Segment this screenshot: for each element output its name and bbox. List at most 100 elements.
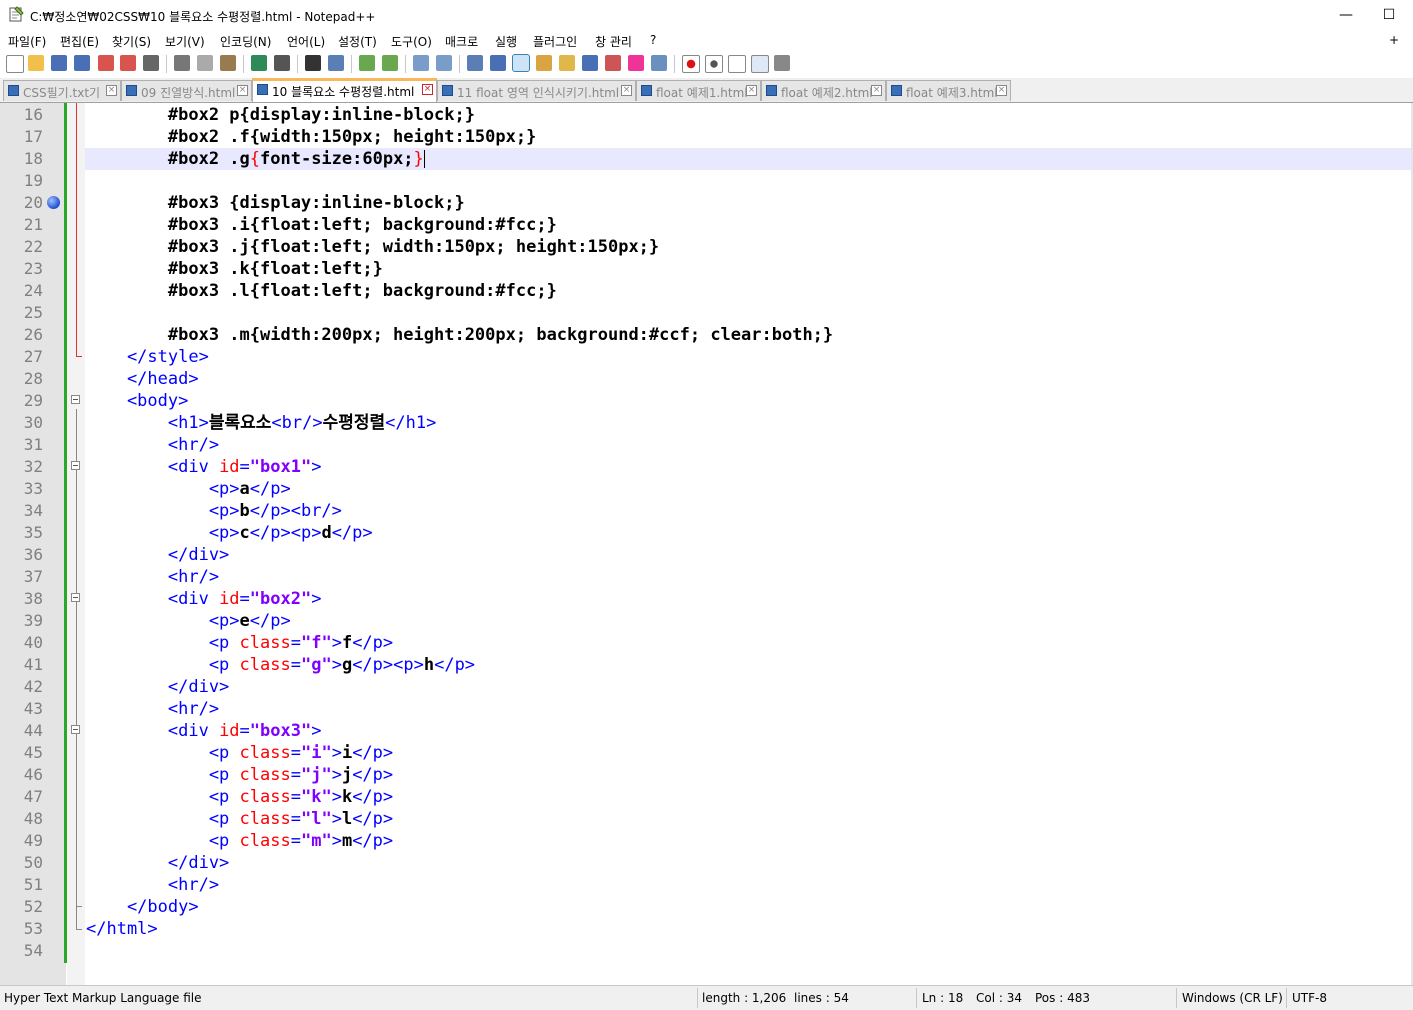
open-file-icon[interactable]: [28, 55, 44, 71]
monitoring-icon[interactable]: [628, 55, 644, 71]
tab-close-icon[interactable]: ×: [422, 84, 433, 95]
code-line[interactable]: 41 <p class="g">g</p><p>h</p>: [0, 654, 1413, 676]
code-line[interactable]: 17 #box2 .f{width:150px; height:150px;}: [0, 126, 1413, 148]
code-line[interactable]: 16 #box2 p{display:inline-block;}: [0, 104, 1413, 126]
code-line[interactable]: 51 <hr/>: [0, 874, 1413, 896]
code-line[interactable]: 50 </div>: [0, 852, 1413, 874]
tab-float-example-2[interactable]: float 예제2.html ×: [761, 80, 886, 101]
status-encoding[interactable]: UTF-8: [1292, 991, 1327, 1005]
sync-horizontal-icon[interactable]: [436, 55, 452, 71]
tab-close-icon[interactable]: ×: [746, 85, 757, 96]
redo-icon[interactable]: [274, 55, 290, 71]
code-line[interactable]: 42 </div>: [0, 676, 1413, 698]
code-line[interactable]: 54: [0, 940, 1413, 962]
tab-close-icon[interactable]: ×: [106, 85, 117, 96]
code-line[interactable]: 43 <hr/>: [0, 698, 1413, 720]
menu-macro[interactable]: 매크로: [445, 33, 478, 50]
code-line[interactable]: 18 #box2 .g{font-size:60px;}: [0, 148, 1413, 170]
sync-vertical-icon[interactable]: [413, 55, 429, 71]
save-all-icon[interactable]: [74, 55, 90, 71]
preview-icon[interactable]: [651, 55, 667, 71]
code-line[interactable]: 22 #box3 .j{float:left; width:150px; hei…: [0, 236, 1413, 258]
function-list-icon[interactable]: [582, 55, 598, 71]
code-line[interactable]: 20 #box3 {display:inline-block;}: [0, 192, 1413, 214]
word-wrap-icon[interactable]: [467, 55, 483, 71]
code-line[interactable]: 53 </html>: [0, 918, 1413, 940]
indent-guide-icon[interactable]: [512, 54, 530, 72]
menu-view[interactable]: 보기(V): [165, 33, 205, 50]
code-line[interactable]: 27 </style>: [0, 346, 1413, 368]
paste-icon[interactable]: [220, 55, 236, 71]
stop-macro-icon[interactable]: [705, 55, 723, 73]
code-line[interactable]: 45 <p class="i">i</p>: [0, 742, 1413, 764]
menu-window[interactable]: 창 관리: [595, 33, 632, 50]
code-line[interactable]: 33 <p>a</p>: [0, 478, 1413, 500]
menu-encoding[interactable]: 인코딩(N): [220, 33, 271, 50]
play-macro-icon[interactable]: [728, 55, 746, 73]
doc-map-icon[interactable]: [559, 55, 575, 71]
menu-plus-button[interactable]: +: [1389, 33, 1399, 47]
menu-run[interactable]: 실행: [495, 33, 517, 50]
code-line[interactable]: 36 </div>: [0, 544, 1413, 566]
code-line[interactable]: 44 <div id="box3">: [0, 720, 1413, 742]
folder-workspace-icon[interactable]: [605, 55, 621, 71]
tab-float-example-1[interactable]: float 예제1.html ×: [636, 80, 761, 101]
code-editor[interactable]: 16 #box2 p{display:inline-block;} 17 #box…: [0, 103, 1413, 985]
menu-edit[interactable]: 편집(E): [60, 33, 99, 50]
code-line[interactable]: 37 <hr/>: [0, 566, 1413, 588]
menu-search[interactable]: 찾기(S): [112, 33, 151, 50]
code-line[interactable]: 30 <h1>블록요소<br/>수평정렬</h1>: [0, 412, 1413, 434]
language-icon[interactable]: [536, 55, 552, 71]
code-line[interactable]: 21 #box3 .i{float:left; background:#fcc;…: [0, 214, 1413, 236]
menu-help[interactable]: ?: [650, 33, 656, 47]
menu-settings[interactable]: 설정(T): [338, 33, 377, 50]
code-line[interactable]: 29 <body>: [0, 390, 1413, 412]
run-macro-multiple-icon[interactable]: [751, 55, 769, 73]
code-line[interactable]: 52 </body>: [0, 896, 1413, 918]
code-line[interactable]: 32 <div id="box1">: [0, 456, 1413, 478]
zoom-in-icon[interactable]: [359, 55, 375, 71]
menu-file[interactable]: 파일(F): [8, 33, 46, 50]
undo-icon[interactable]: [251, 55, 267, 71]
tab-display-mode[interactable]: 09 진열방식.html ×: [121, 80, 252, 101]
record-macro-icon[interactable]: [682, 55, 700, 73]
code-line[interactable]: 31 <hr/>: [0, 434, 1413, 456]
status-eol-format[interactable]: Windows (CR LF): [1182, 991, 1283, 1005]
code-line[interactable]: 19: [0, 170, 1413, 192]
code-line[interactable]: 28 </head>: [0, 368, 1413, 390]
tab-css-notes[interactable]: CSS필기.txt기 ×: [3, 80, 121, 101]
code-line[interactable]: 46 <p class="j">j</p>: [0, 764, 1413, 786]
tab-float-area[interactable]: 11 float 영역 인식시키기.html ×: [437, 80, 636, 101]
replace-icon[interactable]: [328, 55, 344, 71]
copy-icon[interactable]: [197, 55, 213, 71]
zoom-out-icon[interactable]: [382, 55, 398, 71]
code-line[interactable]: 40 <p class="f">f</p>: [0, 632, 1413, 654]
code-line[interactable]: 34 <p>b</p><br/>: [0, 500, 1413, 522]
code-line[interactable]: 47 <p class="k">k</p>: [0, 786, 1413, 808]
tab-float-example-3[interactable]: float 예제3.html ×: [886, 80, 1011, 101]
code-line[interactable]: 48 <p class="l">l</p>: [0, 808, 1413, 830]
menu-plugins[interactable]: 플러그인: [533, 33, 577, 50]
minimize-button[interactable]: —: [1331, 4, 1361, 26]
new-file-icon[interactable]: [6, 55, 24, 73]
code-line[interactable]: 24 #box3 .l{float:left; background:#fcc;…: [0, 280, 1413, 302]
code-line[interactable]: 39 <p>e</p>: [0, 610, 1413, 632]
tab-close-icon[interactable]: ×: [996, 85, 1007, 96]
print-icon[interactable]: [143, 55, 159, 71]
close-icon[interactable]: [98, 55, 114, 71]
code-line[interactable]: 49 <p class="m">m</p>: [0, 830, 1413, 852]
code-line[interactable]: 38 <div id="box2">: [0, 588, 1413, 610]
show-all-chars-icon[interactable]: [490, 55, 506, 71]
tab-block-horizontal-align[interactable]: 10 블록요소 수평정렬.html ×: [252, 78, 437, 102]
save-macro-icon[interactable]: [774, 55, 790, 71]
code-line[interactable]: 26 #box3 .m{width:200px; height:200px; b…: [0, 324, 1413, 346]
cut-icon[interactable]: [174, 55, 190, 71]
menu-language[interactable]: 언어(L): [287, 33, 325, 50]
maximize-button[interactable]: ☐: [1374, 4, 1404, 26]
tab-close-icon[interactable]: ×: [237, 85, 248, 96]
tab-close-icon[interactable]: ×: [871, 85, 882, 96]
menu-tools[interactable]: 도구(O): [391, 33, 432, 50]
find-icon[interactable]: [305, 55, 321, 71]
code-line[interactable]: 35 <p>c</p><p>d</p>: [0, 522, 1413, 544]
code-line[interactable]: 23 #box3 .k{float:left;}: [0, 258, 1413, 280]
